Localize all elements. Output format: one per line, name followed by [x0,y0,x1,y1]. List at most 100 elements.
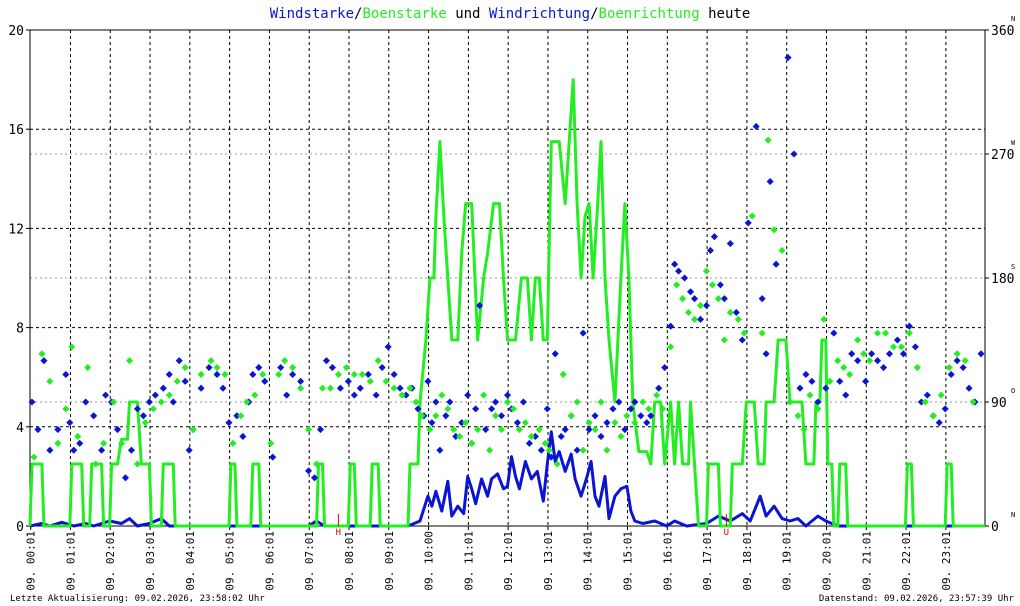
point-boenrichtung [573,398,581,406]
point-windrichtung [219,384,227,392]
point-boenrichtung [281,357,289,365]
point-boenrichtung [889,343,898,351]
point-windrichtung [744,219,752,227]
point-windrichtung [305,467,313,475]
title-separator-2: / [590,6,598,22]
point-windrichtung [62,370,70,378]
xtick-label: 09. 08:01 [343,531,356,591]
point-boenrichtung [358,370,366,378]
point-boenrichtung [937,391,945,399]
point-windrichtung [854,357,862,365]
point-windrichtung [40,357,48,365]
point-boenrichtung [840,364,848,372]
point-windrichtung [874,357,882,365]
point-windrichtung [432,398,440,406]
point-windrichtung [671,260,679,268]
point-boenrichtung [673,281,681,289]
point-boenrichtung [905,329,913,337]
point-windrichtung [336,384,344,392]
point-boenrichtung [881,329,890,337]
point-boenrichtung [213,364,221,372]
point-boenrichtung [165,391,173,399]
point-boenrichtung [921,398,929,406]
point-windrichtung [185,446,193,454]
point-windrichtung [879,364,888,372]
footer-data-status: Datenstand: 09.02.2026, 23:57:39 Uhr [819,594,1015,604]
xtick-label: 09. 23:01 [940,531,953,591]
point-windrichtung [519,398,527,406]
point-windrichtung [551,350,559,358]
point-boenrichtung [398,391,406,399]
point-boenrichtung [259,370,267,378]
ytick-label-left: 4 [16,421,24,436]
point-windrichtung [543,405,551,413]
point-windrichtung [687,288,695,296]
point-windrichtung [424,377,432,385]
xtick-label: 09. 14:01 [582,531,595,591]
point-windrichtung [953,357,961,365]
point-boenrichtung [866,357,874,365]
point-boenrichtung [438,391,446,399]
point-windrichtung [378,364,386,372]
point-windrichtung [681,274,689,282]
point-boenrichtung [229,439,237,447]
point-boenrichtung [645,405,653,413]
point-windrichtung [98,446,106,454]
point-boenrichtung [696,302,705,310]
point-boenrichtung [221,370,229,378]
point-windrichtung [935,419,943,427]
point-boenrichtung [251,391,259,399]
point-windrichtung [76,439,84,447]
point-windrichtung [525,439,533,447]
title-separator: / [354,6,362,22]
title-windstarke: Windstarke [270,6,354,22]
xtick-label: 09. 21:01 [860,531,873,591]
point-windrichtung [249,370,257,378]
point-boenrichtung [874,329,882,337]
ytick-label-left: 12 [8,222,24,237]
point-windrichtung [165,370,173,378]
point-windrichtung [121,474,130,482]
point-boenrichtung [468,439,476,447]
point-boenrichtung [366,377,374,385]
point-boenrichtung [486,446,494,454]
direction-label: S [1011,263,1015,271]
point-windrichtung [181,377,189,385]
xtick-label: 09. 11:01 [462,531,475,591]
point-windrichtung [842,391,850,399]
point-boenrichtung [267,439,275,447]
point-boenrichtung [653,391,661,399]
point-boenrichtung [834,357,842,365]
point-windrichtung [428,419,436,427]
point-boenrichtung [685,308,693,316]
point-boenrichtung [846,370,854,378]
point-windrichtung [472,405,480,413]
xtick-label: 09. 19:01 [781,531,794,591]
point-boenrichtung [456,432,464,440]
point-windrichtung [169,398,177,406]
point-boenrichtung [275,370,283,378]
point-windrichtung [205,364,213,372]
ytick-label-right: 0 [991,520,999,535]
point-windrichtung [667,322,675,330]
point-boenrichtung [820,315,828,323]
xtick-label: 09. 06:01 [263,531,276,591]
xtick-label: 09. 09:01 [383,531,396,591]
point-windrichtung [277,364,285,372]
xtick-label: 09. 18:01 [741,531,754,591]
point-windrichtung [822,384,830,392]
xtick-label: 09. 12:01 [502,531,515,591]
xtick-label: 09. 10:00 [423,531,436,591]
series-boenstarke [28,78,985,528]
point-windrichtung [862,377,870,385]
grid [30,30,985,526]
point-windrichtung [442,412,450,420]
point-boenrichtung [559,370,567,378]
point-windrichtung [579,329,587,337]
point-boenrichtung [326,384,334,392]
point-windrichtung [836,377,844,385]
point-windrichtung [289,370,297,378]
point-boenrichtung [667,343,675,351]
point-boenrichtung [289,364,297,372]
ytick-label-left: 20 [8,24,24,39]
